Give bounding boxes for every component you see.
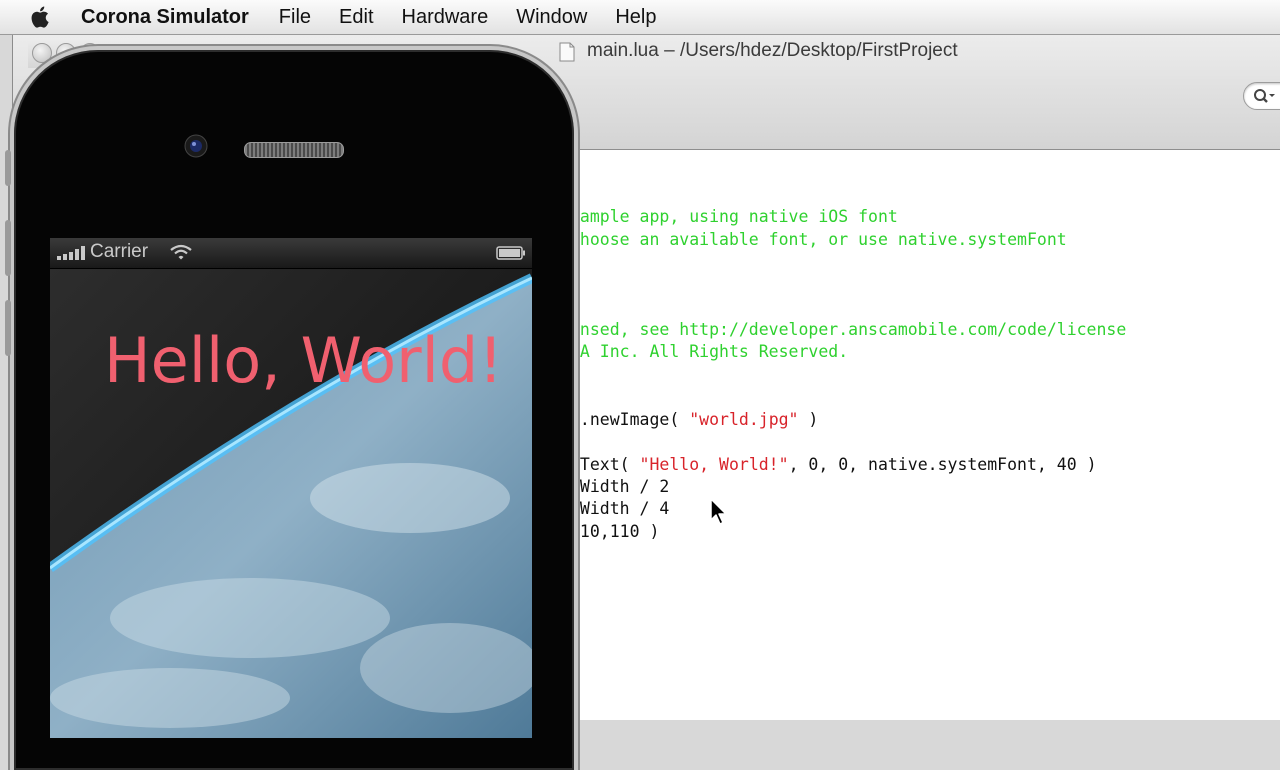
menu-help[interactable]: Help — [615, 0, 656, 34]
volume-up-button[interactable] — [5, 220, 11, 276]
wifi-icon — [170, 244, 192, 260]
code-line-2: choose an available font, or use native.… — [570, 230, 1067, 249]
code-line-5: y.newImage( "world.jpg" ) — [570, 410, 818, 429]
code-line-9: 110,110 ) — [570, 522, 660, 541]
iphone-simulator: Carrier Hello, World! — [5, 46, 578, 770]
search-field[interactable] — [1243, 82, 1280, 110]
volume-down-button[interactable] — [5, 300, 11, 356]
code-text: wText( — [570, 455, 640, 474]
code-text: ) — [798, 410, 819, 429]
menu-edit[interactable]: Edit — [339, 0, 373, 34]
menu-file[interactable]: File — [279, 0, 311, 34]
mute-switch[interactable] — [5, 150, 11, 186]
hello-world-label: Hello, World! — [104, 324, 504, 397]
search-icon — [1254, 89, 1275, 103]
document-icon — [559, 42, 575, 62]
code-string: "world.jpg" — [689, 410, 799, 429]
code-line-4: CA Inc. All Rights Reserved. — [570, 342, 849, 361]
menu-hardware[interactable]: Hardware — [402, 0, 489, 34]
camera-icon — [184, 134, 208, 158]
speaker-grille — [244, 142, 344, 158]
code-string: "Hello, World!" — [639, 455, 789, 474]
code-line-6: wText( "Hello, World!", 0, 0, native.sys… — [570, 455, 1097, 474]
window-title: main.lua – /Users/hdez/Desktop/FirstProj… — [587, 40, 958, 61]
earth-image — [50, 238, 532, 738]
code-line-1: sample app, using native iOS font — [570, 207, 898, 226]
mouse-cursor — [710, 498, 727, 525]
menu-window[interactable]: Window — [516, 0, 587, 34]
code-line-7: tWidth / 2 — [570, 477, 670, 496]
carrier-label: Carrier — [90, 241, 149, 262]
code-line-3: ensed, see http://developer.anscamobile.… — [570, 320, 1127, 339]
code-line-8: tWidth / 4 — [570, 499, 670, 518]
code-text: y.newImage( — [570, 410, 690, 429]
signal-icon — [57, 246, 85, 260]
phone-screen[interactable]: Carrier Hello, World! — [50, 238, 532, 738]
battery-icon — [496, 246, 525, 260]
apple-icon[interactable] — [28, 4, 54, 30]
menu-app-name[interactable]: Corona Simulator — [81, 0, 249, 34]
code-text: , 0, 0, native.systemFont, 40 ) — [788, 455, 1097, 474]
menu-bar: Corona Simulator File Edit Hardware Wind… — [0, 0, 1280, 35]
status-bar: Carrier — [50, 238, 532, 269]
